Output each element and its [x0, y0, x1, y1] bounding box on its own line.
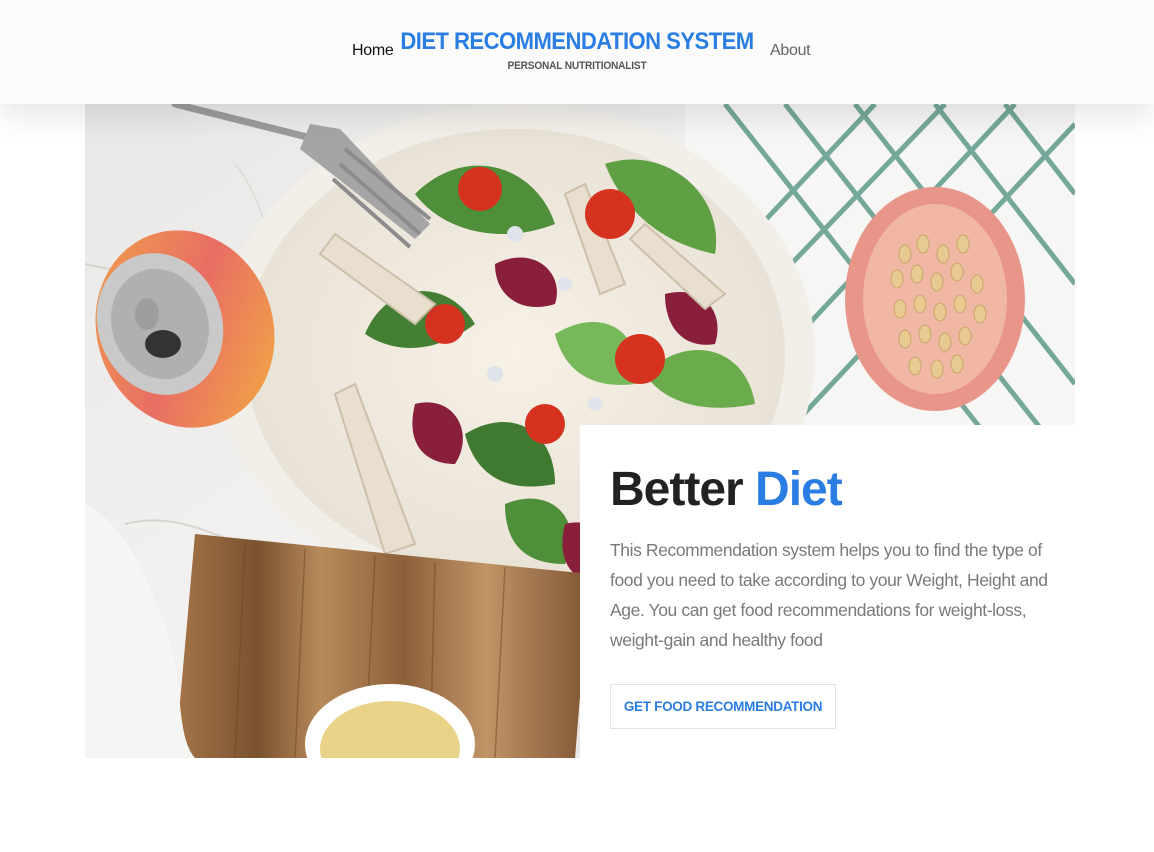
nav-about-link[interactable]: About	[770, 42, 811, 60]
hero-heading: Better Diet	[610, 461, 843, 519]
hero-info-card: Better Diet This Recommendation system h…	[580, 425, 1075, 758]
brand-subtitle: PERSONAL NUTRITIONALIST	[507, 60, 647, 72]
hero-description: This Recommendation system helps you to …	[610, 540, 1048, 650]
top-navbar: Home DIET RECOMMENDATION SYSTEM PERSONAL…	[0, 0, 1154, 104]
brand-title: DIET RECOMMENDATION SYSTEM	[400, 28, 754, 55]
heading-better: Better	[610, 463, 744, 516]
page: Home DIET RECOMMENDATION SYSTEM PERSONAL…	[0, 0, 1154, 852]
brand-logo[interactable]: DIET RECOMMENDATION SYSTEM PERSONAL NUTR…	[0, 28, 1154, 72]
heading-diet: Diet	[755, 463, 843, 516]
get-food-recommendation-button[interactable]: GET FOOD RECOMMENDATION	[610, 684, 836, 729]
